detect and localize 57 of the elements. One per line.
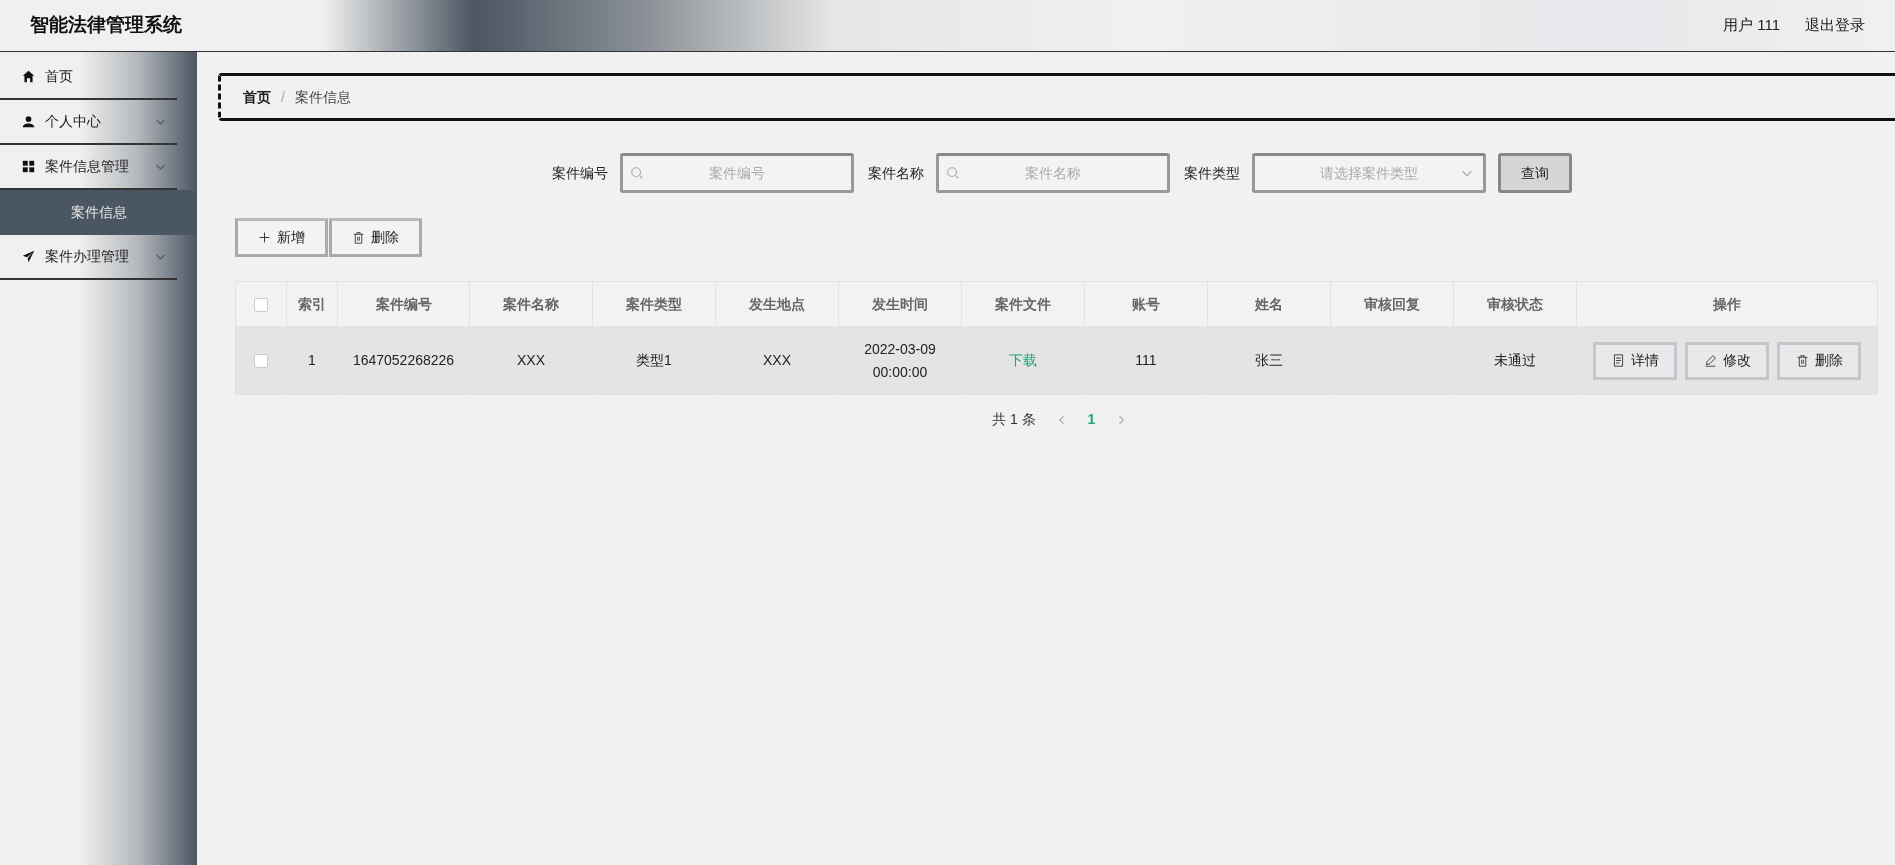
column-header: 案件编号: [337, 281, 470, 327]
grid-icon: [22, 160, 35, 173]
person-icon: [22, 115, 35, 128]
detail-button[interactable]: 详情: [1593, 341, 1677, 380]
breadcrumb-separator: /: [281, 87, 285, 107]
table-cell: 111: [1135, 352, 1157, 368]
field-label: 案件类型: [1184, 163, 1240, 183]
sidebar-item[interactable]: 首页: [0, 55, 177, 100]
type-select[interactable]: 请选择案件类型: [1252, 153, 1486, 193]
row-checkbox[interactable]: [254, 354, 268, 369]
column-header: 审核回复: [1330, 281, 1454, 327]
column-header: 审核状态: [1453, 281, 1577, 327]
query-button[interactable]: 查询: [1498, 153, 1572, 193]
sidebar-item[interactable]: 案件办理管理: [0, 235, 177, 280]
delete-button[interactable]: 删除: [1777, 341, 1861, 380]
logout-link[interactable]: 退出登录: [1805, 14, 1865, 37]
select-all-checkbox[interactable]: [254, 297, 268, 312]
app-title: 智能法律管理系统: [30, 13, 182, 38]
document-icon: [1611, 354, 1625, 367]
search-icon: [630, 166, 644, 180]
user-label: 用户 111: [1723, 15, 1780, 36]
submenu-item[interactable]: 案件信息: [0, 190, 197, 235]
paper-plane-icon: [22, 250, 35, 263]
column-header: 姓名: [1207, 281, 1331, 327]
column-header: 案件名称: [469, 281, 593, 327]
field-label: 案件编号: [552, 163, 608, 183]
column-header: 发生地点: [715, 281, 839, 327]
breadcrumb-item: 案件信息: [294, 87, 351, 107]
home-icon: [22, 70, 35, 83]
table-cell: XXX: [763, 352, 791, 368]
edit-button[interactable]: 修改: [1685, 341, 1769, 380]
search-field[interactable]: 案件名称: [936, 153, 1170, 193]
trash-icon: [1795, 354, 1809, 367]
trash-icon: [352, 231, 365, 244]
column-header: 账号: [1084, 281, 1208, 327]
table-cell: 2022-03-09 00:00:00: [864, 340, 936, 380]
search-field[interactable]: 案件编号: [620, 153, 854, 193]
column-header: 案件文件: [961, 281, 1085, 327]
table-cell: 1: [308, 352, 316, 368]
total-count: 共 1 条: [992, 410, 1036, 429]
table-cell: XXX: [517, 352, 545, 368]
pencil-icon: [1703, 354, 1717, 367]
column-header: 索引: [286, 281, 338, 327]
delete-button[interactable]: 删除: [329, 218, 422, 257]
table-cell: 未通过: [1494, 352, 1536, 368]
sidebar-item[interactable]: 个人中心: [0, 100, 177, 145]
field-label: 案件名称: [868, 163, 924, 183]
add-button[interactable]: 新增: [235, 218, 328, 257]
table-cell: 张三: [1255, 352, 1283, 368]
column-header: 发生时间: [838, 281, 962, 327]
table-cell: 1647052268226: [352, 352, 455, 368]
column-header: 案件类型: [592, 281, 716, 327]
table-cell: 类型1: [636, 352, 672, 368]
plus-icon: [258, 231, 271, 244]
breadcrumb-item[interactable]: 首页: [243, 86, 271, 108]
column-header: 操作: [1576, 281, 1878, 327]
search-icon: [946, 166, 960, 180]
